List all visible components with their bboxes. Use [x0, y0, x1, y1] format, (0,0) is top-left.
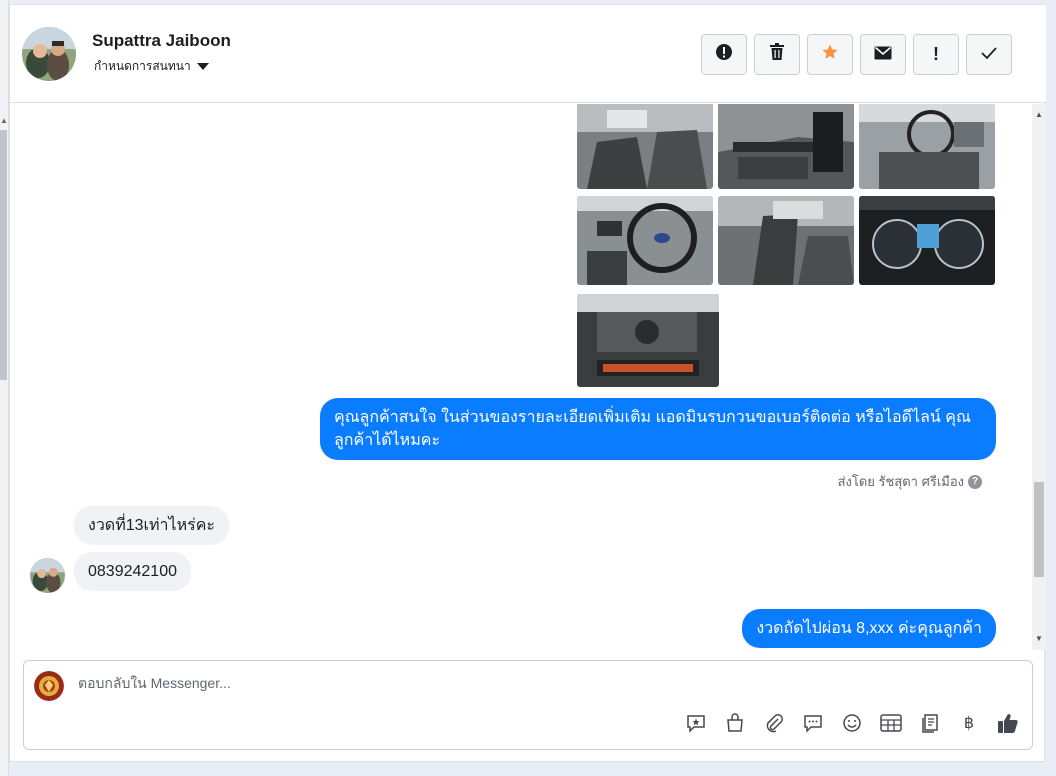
incoming-message[interactable]: งวดที่13เท่าไหร่คะ	[74, 506, 230, 545]
envelope-icon	[874, 44, 892, 65]
message-text: 0839242100	[88, 563, 177, 580]
baht-icon[interactable]: ฿	[957, 711, 981, 735]
shop-icon[interactable]	[723, 711, 747, 735]
assign-conversation-dropdown[interactable]: กำหนดการสนทนา	[94, 57, 209, 76]
car-photo-door-panel[interactable]	[718, 104, 854, 189]
contact-avatar[interactable]	[22, 27, 76, 81]
like-icon[interactable]	[996, 711, 1020, 735]
contact-name[interactable]: Supattra Jaiboon	[92, 31, 231, 51]
sent-by-label: ส่งโดย รัชสุดา ศรีเมือง	[837, 474, 964, 489]
page-avatar	[34, 671, 64, 701]
reply-composer: ฿	[23, 660, 1033, 750]
chevron-down-icon	[196, 63, 209, 70]
star-button[interactable]	[807, 34, 853, 75]
left-scrollbar-thumb[interactable]	[0, 130, 7, 380]
checkmark-icon	[980, 44, 998, 65]
message-text: คุณลูกค้าสนใจ ในส่วนของรายละเอียดเพิ่มเต…	[334, 409, 971, 449]
flag-button[interactable]: !	[913, 34, 959, 75]
assign-conversation-label: กำหนดการสนทนา	[94, 59, 191, 73]
sent-by-info: ส่งโดย รัชสุดา ศรีเมือง ?	[838, 471, 982, 492]
star-icon	[821, 43, 839, 66]
trash-icon	[769, 43, 785, 66]
done-button[interactable]	[966, 34, 1012, 75]
message-template-icon[interactable]	[801, 711, 825, 735]
emoji-icon[interactable]	[840, 711, 864, 735]
message-thread[interactable]: คุณลูกค้าสนใจ ในส่วนของรายละเอียดเพิ่มเต…	[10, 104, 1032, 650]
thread-scrollbar-thumb[interactable]	[1034, 482, 1044, 577]
appointment-icon[interactable]	[879, 711, 903, 735]
conversation-header: Supattra Jaiboon กำหนดการสนทนา !	[10, 5, 1046, 103]
outgoing-message[interactable]: คุณลูกค้าสนใจ ในส่วนของรายละเอียดเพิ่มเต…	[320, 398, 996, 460]
header-action-bar: !	[701, 34, 1012, 75]
delete-button[interactable]	[754, 34, 800, 75]
message-text: งวดที่13เท่าไหร่คะ	[88, 517, 216, 534]
exclamation-icon: !	[933, 44, 939, 64]
car-photo-dashboard-1[interactable]	[859, 104, 995, 189]
saved-reply-icon[interactable]	[684, 711, 708, 735]
contact-avatar-small[interactable]	[30, 558, 65, 593]
message-text: งวดถัดไปผ่อน 8,xxx ค่ะคุณลูกค้า	[756, 620, 982, 637]
help-circle-icon[interactable]: ?	[968, 474, 982, 489]
scroll-up-icon[interactable]: ▲	[1035, 110, 1043, 119]
car-photo-rear-seats[interactable]	[718, 196, 854, 285]
incoming-message[interactable]: 0839242100	[74, 552, 191, 591]
mark-spam-button[interactable]	[701, 34, 747, 75]
reply-input[interactable]	[78, 675, 978, 691]
mark-unread-button[interactable]	[860, 34, 906, 75]
car-photo-steering-wheel[interactable]	[577, 196, 713, 285]
car-photo-engine-bay[interactable]	[577, 294, 719, 387]
left-scroll-up-icon[interactable]: ▲	[0, 116, 8, 125]
alert-circle-icon	[715, 43, 733, 66]
thread-scrollbar[interactable]: ▲ ▼	[1032, 104, 1046, 650]
outgoing-message[interactable]: งวดถัดไปผ่อน 8,xxx ค่ะคุณลูกค้า	[742, 609, 996, 648]
attach-icon[interactable]	[762, 711, 786, 735]
car-photo-instrument-cluster[interactable]	[859, 196, 995, 285]
scroll-down-icon[interactable]: ▼	[1035, 634, 1043, 643]
form-icon[interactable]	[918, 711, 942, 735]
composer-toolbar: ฿	[684, 711, 1020, 735]
car-photo-interior-1[interactable]	[577, 104, 713, 189]
conversation-panel: Supattra Jaiboon กำหนดการสนทนา ! คุณลูกค…	[9, 4, 1046, 762]
